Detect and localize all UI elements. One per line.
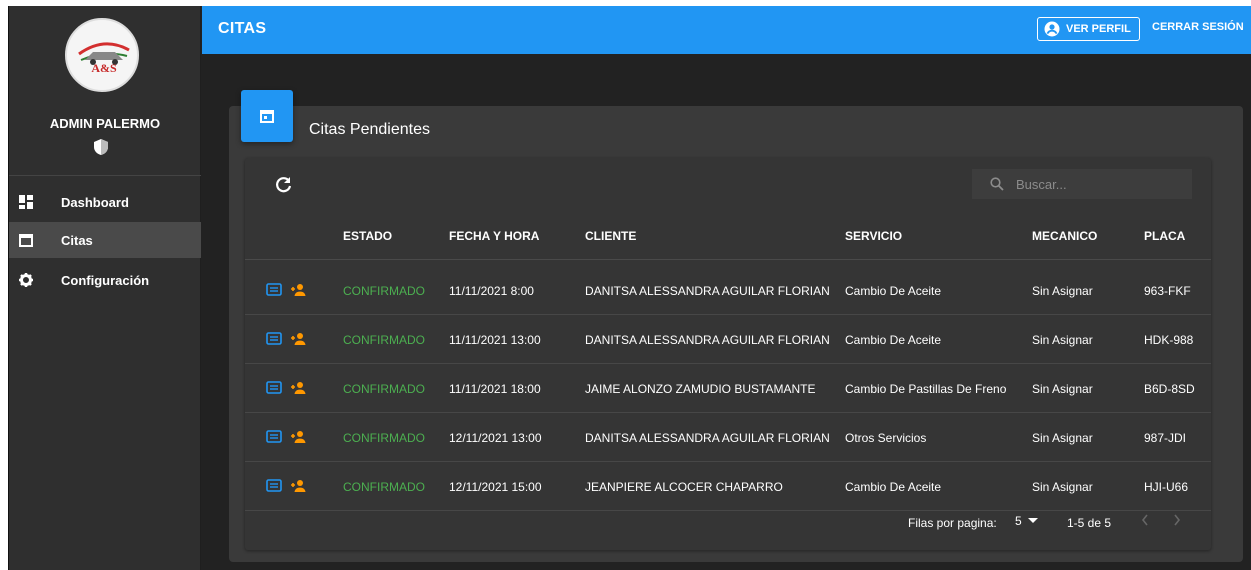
- status-badge: CONFIRMADO: [343, 284, 425, 298]
- app-frame: A&S ADMIN PALERMO Dashboard Citas Config…: [8, 6, 1251, 570]
- cell-placa: 987-JDI: [1144, 431, 1187, 445]
- cell-cliente: DANITSA ALESSANDRA AGUILAR FLORIAN: [585, 431, 830, 445]
- cell-fecha: 11/11/2021 8:00: [449, 284, 534, 298]
- rows-per-page-select[interactable]: 5: [1015, 514, 1038, 528]
- chevron-down-icon: [1027, 518, 1038, 523]
- card-header-icon-box: [241, 90, 293, 142]
- cell-servicio: Cambio De Aceite: [845, 284, 942, 298]
- cell-servicio: Cambio De Aceite: [845, 333, 942, 347]
- table-row: CONFIRMADO 11/11/2021 18:00 JAIME ALONZO…: [245, 364, 1211, 413]
- appointments-table: Buscar... ESTADO FECHA Y HORA CLIENTE SE…: [245, 158, 1211, 550]
- column-header-servicio[interactable]: SERVICIO: [845, 229, 902, 243]
- admin-shield-icon: [94, 139, 108, 155]
- status-badge: CONFIRMADO: [343, 333, 425, 347]
- column-header-cliente[interactable]: CLIENTE: [585, 229, 636, 243]
- sidebar-item-label: Configuración: [61, 272, 150, 288]
- cell-cliente: JAIME ALONZO ZAMUDIO BUSTAMANTE: [585, 382, 816, 396]
- rows-per-page-value: 5: [1015, 514, 1022, 528]
- table-row: CONFIRMADO 12/11/2021 15:00 JEANPIERE AL…: [245, 462, 1211, 511]
- assign-mechanic-icon[interactable]: [290, 381, 306, 395]
- refresh-icon[interactable]: [275, 176, 293, 194]
- cell-fecha: 11/11/2021 18:00: [449, 382, 541, 396]
- cell-servicio: Cambio De Aceite: [845, 480, 942, 494]
- chevron-left-icon: [1141, 514, 1148, 526]
- cell-placa: HDK-988: [1144, 333, 1194, 347]
- search-icon: [990, 177, 1004, 191]
- column-header-mecanico[interactable]: MECANICO: [1032, 229, 1097, 243]
- table-row: CONFIRMADO 11/11/2021 13:00 DANITSA ALES…: [245, 315, 1211, 364]
- cell-placa: B6D-8SD: [1144, 382, 1195, 396]
- view-profile-button[interactable]: VER PERFIL: [1037, 17, 1140, 41]
- cell-fecha: 12/11/2021 13:00: [449, 431, 542, 445]
- assign-mechanic-icon[interactable]: [290, 479, 306, 493]
- cell-placa: HJI-U66: [1144, 480, 1189, 494]
- table-row: CONFIRMADO 11/11/2021 8:00 DANITSA ALESS…: [245, 266, 1211, 315]
- cell-cliente: JEANPIERE ALCOCER CHAPARRO: [585, 480, 783, 494]
- cell-servicio: Cambio De Pastillas De Freno: [845, 382, 1007, 396]
- cell-mecanico: Sin Asignar: [1032, 382, 1093, 396]
- sidebar-item-label: Citas: [61, 232, 93, 248]
- message-icon[interactable]: [266, 332, 282, 346]
- account-circle-icon: [1044, 21, 1060, 37]
- cell-servicio: Otros Servicios: [845, 431, 927, 445]
- status-badge: CONFIRMADO: [343, 431, 425, 445]
- sidebar-item-citas[interactable]: Citas: [9, 222, 201, 258]
- header-divider: [245, 259, 1211, 260]
- dashboard-icon: [19, 195, 33, 209]
- status-badge: CONFIRMADO: [343, 382, 425, 396]
- chevron-right-icon: [1174, 514, 1181, 526]
- message-icon[interactable]: [266, 430, 282, 444]
- cell-fecha: 12/11/2021 15:00: [449, 480, 542, 494]
- assign-mechanic-icon[interactable]: [290, 283, 306, 297]
- message-icon[interactable]: [266, 283, 282, 297]
- calendar-icon: [19, 233, 33, 247]
- logout-button[interactable]: CERRAR SESIÓN: [1152, 21, 1244, 33]
- pagination-range: 1-5 de 5: [1067, 516, 1112, 530]
- assign-mechanic-icon[interactable]: [290, 430, 306, 444]
- previous-page-button[interactable]: [1141, 513, 1155, 531]
- column-header-placa[interactable]: PLACA: [1144, 229, 1185, 243]
- gear-icon: [19, 273, 33, 287]
- table-row: CONFIRMADO 12/11/2021 13:00 DANITSA ALES…: [245, 413, 1211, 462]
- status-badge: CONFIRMADO: [343, 480, 425, 494]
- cell-mecanico: Sin Asignar: [1032, 333, 1093, 347]
- assign-mechanic-icon[interactable]: [290, 332, 306, 346]
- calendar-icon: [260, 110, 274, 123]
- view-profile-label: VER PERFIL: [1066, 23, 1131, 35]
- sidebar-item-dashboard[interactable]: Dashboard: [9, 184, 201, 220]
- cell-mecanico: Sin Asignar: [1032, 284, 1093, 298]
- cell-cliente: DANITSA ALESSANDRA AGUILAR FLORIAN: [585, 284, 830, 298]
- top-app-bar: CITAS VER PERFIL CERRAR SESIÓN: [202, 6, 1251, 54]
- search-input[interactable]: Buscar...: [972, 169, 1192, 199]
- user-name: ADMIN PALERMO: [49, 116, 161, 131]
- sidebar: A&S ADMIN PALERMO Dashboard Citas Config…: [9, 6, 201, 570]
- rows-per-page-label: Filas por pagina:: [908, 516, 997, 530]
- cell-mecanico: Sin Asignar: [1032, 431, 1093, 445]
- sidebar-item-label: Dashboard: [61, 194, 129, 210]
- cell-cliente: DANITSA ALESSANDRA AGUILAR FLORIAN: [585, 333, 830, 347]
- search-placeholder: Buscar...: [1016, 176, 1067, 192]
- message-icon[interactable]: [266, 381, 282, 395]
- sidebar-divider: [9, 175, 201, 176]
- cell-mecanico: Sin Asignar: [1032, 480, 1093, 494]
- company-logo: A&S: [65, 18, 139, 92]
- logo-text: A&S: [91, 61, 117, 75]
- cell-placa: 963-FKF: [1144, 284, 1191, 298]
- cell-fecha: 11/11/2021 13:00: [449, 333, 541, 347]
- page-title: CITAS: [218, 20, 267, 37]
- sidebar-item-configuracion[interactable]: Configuración: [9, 262, 201, 298]
- column-header-fecha[interactable]: FECHA Y HORA: [449, 229, 539, 243]
- column-header-estado[interactable]: ESTADO: [343, 229, 392, 243]
- card-title: Citas Pendientes: [309, 121, 430, 138]
- next-page-button[interactable]: [1173, 513, 1187, 531]
- message-icon[interactable]: [266, 479, 282, 493]
